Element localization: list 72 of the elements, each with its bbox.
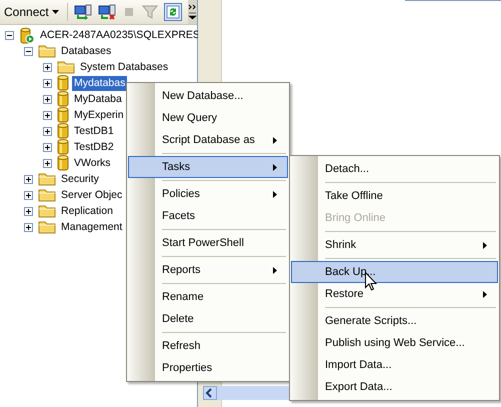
submenu-arrow-icon — [483, 290, 487, 298]
menu-item[interactable]: Shrink — [291, 234, 498, 256]
expand-icon[interactable] — [43, 158, 52, 168]
menu-item[interactable]: Generate Scripts... — [291, 310, 498, 332]
menu-item[interactable]: Script Database as — [128, 129, 288, 151]
menu-item[interactable]: Rename — [128, 286, 288, 308]
tree-item[interactable]: Security — [59, 172, 101, 186]
menu-item[interactable]: Publish using Web Service... — [291, 332, 498, 354]
menu-item[interactable]: Refresh — [128, 335, 288, 357]
submenu-arrow-icon — [273, 164, 277, 170]
expand-icon[interactable] — [43, 94, 52, 104]
menu-item[interactable]: Tasks — [128, 156, 288, 178]
submenu-arrow-icon — [273, 266, 277, 274]
caret-icon — [52, 10, 59, 14]
expand-icon[interactable] — [24, 190, 33, 200]
tree-item[interactable]: TestDB2 — [72, 140, 116, 154]
database-icon — [57, 91, 69, 107]
menu-item[interactable]: Import Data... — [291, 354, 498, 376]
menu-item[interactable]: Facets — [128, 205, 288, 227]
toolbar-overflow-icon[interactable] — [188, 0, 197, 24]
menu-item[interactable]: New Query — [128, 107, 288, 129]
expand-icon[interactable] — [24, 206, 33, 216]
database-icon — [57, 155, 69, 171]
connect-button[interactable]: Connect — [2, 5, 61, 19]
tree-item[interactable]: VWorks — [72, 156, 113, 170]
server-icon — [19, 26, 35, 44]
folder-icon — [38, 172, 56, 186]
expand-icon[interactable] — [43, 78, 52, 88]
folder-icon — [57, 60, 75, 74]
folder-icon — [38, 220, 56, 234]
submenu-arrow-icon — [273, 190, 277, 198]
tree-item[interactable]: Replication — [59, 204, 115, 218]
menu-item[interactable]: Start PowerShell — [128, 232, 288, 254]
tree-item[interactable]: System Databases — [78, 60, 170, 74]
submenu-arrow-icon — [273, 136, 277, 144]
folder-icon — [38, 44, 56, 58]
tree-item[interactable]: MyDataba — [72, 92, 124, 106]
expand-icon[interactable] — [43, 126, 52, 136]
expand-icon[interactable] — [43, 110, 52, 120]
tree-item[interactable]: Management — [59, 220, 124, 234]
expand-icon[interactable] — [43, 142, 52, 152]
folder-icon — [38, 188, 56, 202]
tree-item[interactable]: ACER-2487AA0235\SQLEXPRES — [38, 28, 202, 42]
expand-icon[interactable] — [43, 62, 52, 72]
database-icon — [57, 75, 69, 91]
database-icon — [57, 139, 69, 155]
tree-item[interactable]: Mydatabas — [72, 76, 128, 90]
submenu-arrow-icon — [483, 242, 487, 248]
disconnect-icon[interactable] — [98, 4, 116, 20]
database-icon — [57, 123, 69, 139]
database-icon — [57, 107, 69, 123]
tree-item[interactable]: Server Objec — [59, 188, 124, 202]
menu-item[interactable]: New Database... — [128, 85, 288, 107]
menu-item[interactable]: Restore — [291, 283, 498, 305]
tree-item[interactable]: Databases — [59, 44, 114, 58]
folder-icon — [38, 204, 56, 218]
menu-item[interactable]: Detach... — [291, 158, 498, 180]
collapse-icon[interactable] — [5, 30, 14, 40]
refresh-icon[interactable] — [164, 3, 182, 21]
menu-item[interactable]: Policies — [128, 183, 288, 205]
tree-item[interactable]: MyExperin — [72, 108, 126, 122]
connect-icon[interactable] — [74, 4, 92, 20]
menu-item[interactable]: Take Offline — [291, 185, 498, 207]
tree-item[interactable]: TestDB1 — [72, 124, 116, 138]
menu-item[interactable]: Properties — [128, 357, 288, 379]
expand-icon[interactable] — [24, 222, 33, 232]
menu-item[interactable]: Reports — [128, 259, 288, 281]
collapse-icon[interactable] — [24, 46, 33, 56]
menu-item[interactable]: Delete — [128, 308, 288, 330]
expand-icon[interactable] — [24, 174, 33, 184]
scroll-left-icon[interactable] — [203, 386, 217, 400]
menu-item[interactable]: Export Data... — [291, 376, 498, 398]
